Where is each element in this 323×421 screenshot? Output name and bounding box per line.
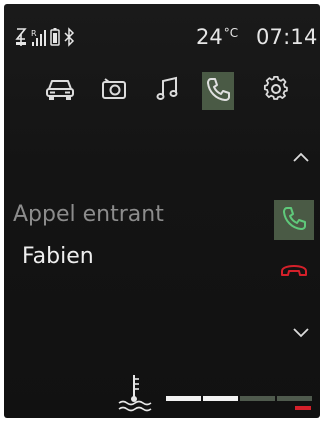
gauge-segment [277,396,312,401]
phone-hangup-icon [279,263,309,283]
car-icon [45,77,75,105]
temperature-unit: °C [223,26,239,40]
tab-music[interactable] [152,72,184,110]
settings-gear-icon [263,76,289,106]
caller-name: Fabien [22,244,94,269]
coolant-temperature-icon [116,373,152,413]
signal-strength-icon: R [31,27,47,47]
cellular-antenna-icon [14,27,28,47]
media-source-icon [101,77,127,105]
gauge-warning-marker [295,406,311,410]
answer-call-button[interactable] [274,200,314,240]
call-status-label: Appel entrant [13,202,164,227]
chevron-down-icon [292,324,310,343]
phone-answer-icon [281,205,307,235]
infotainment-screen: R 24 °C 07:14 Appel entrant Fabien [4,4,320,418]
tab-vehicle[interactable] [44,72,76,110]
tab-settings[interactable] [260,72,292,110]
clock: 07:14 [256,25,318,49]
chevron-up-icon [292,148,310,167]
tab-media[interactable] [98,72,130,110]
music-note-icon [156,76,180,106]
gauge-segment [240,396,275,401]
bluetooth-icon [63,27,75,47]
status-icons: R [14,26,75,48]
temperature-value: 24 [196,25,223,49]
tab-phone[interactable] [202,72,234,110]
svg-text:R: R [31,29,37,38]
scroll-down-button[interactable] [289,323,313,343]
phone-battery-icon [50,27,60,47]
scroll-up-button[interactable] [289,147,313,167]
gauge-segment [203,396,238,401]
reject-call-button[interactable] [276,258,312,288]
phone-icon [205,76,231,106]
coolant-temperature-gauge [166,396,312,401]
gauge-segment [166,396,201,401]
outside-temperature: 24 °C [196,24,238,50]
